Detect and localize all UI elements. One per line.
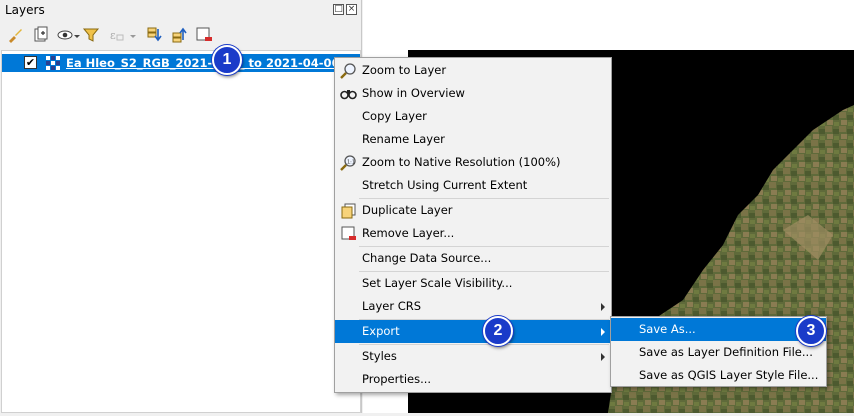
menu-set-scale-visibility[interactable]: Set Layer Scale Visibility... [335,272,611,295]
layer-row-selected[interactable]: ✔ Ea Hleo_S2_RGB_2021-03-__ to 2021-04-0… [2,54,360,72]
menu-label: Stretch Using Current Extent [362,178,528,192]
eye-icon[interactable] [56,26,74,44]
paintbrush-icon[interactable] [6,26,24,44]
menu-label: Save as QGIS Layer Style File... [639,368,819,382]
menu-label: Save As... [639,322,696,336]
svg-text:1:1: 1:1 [347,160,355,166]
menu-remove-layer[interactable]: Remove Layer... [335,222,611,245]
filter-icon[interactable] [82,26,100,44]
menu-zoom-to-layer[interactable]: Zoom to Layer [335,59,611,82]
add-group-icon[interactable] [32,26,50,44]
submenu-save-layer-definition[interactable]: Save as Layer Definition File... [611,341,826,364]
duplicate-layer-icon [341,203,356,219]
eye-dropdown-icon[interactable] [74,35,80,38]
close-panel-button[interactable]: × [346,4,357,15]
raster-layer-icon [46,56,60,70]
menu-styles[interactable]: Styles [335,345,611,368]
remove-layer-icon[interactable] [195,26,213,44]
menu-label: Layer CRS [362,299,422,313]
menu-layer-crs[interactable]: Layer CRS [335,295,611,318]
menu-label: Properties... [362,372,432,386]
menu-label: Styles [362,349,397,363]
menu-label: Set Layer Scale Visibility... [362,276,513,290]
menu-label: Export [362,324,400,338]
menu-label: Change Data Source... [362,251,492,265]
menu-change-data-source[interactable]: Change Data Source... [335,247,611,270]
layers-panel: Layers □ × ε ✔ Ea Hleo_S2_RGB_2021-03-__… [0,0,362,413]
menu-label: Save as Layer Definition File... [639,345,813,359]
menu-label: Zoom to Native Resolution (100%) [362,155,561,169]
zoom-native-icon: 1:1 [340,155,356,171]
menu-label: Remove Layer... [362,226,455,240]
menu-label: Zoom to Layer [362,63,447,77]
menu-stretch-current-extent[interactable]: Stretch Using Current Extent [335,174,611,197]
layer-visibility-checkbox[interactable]: ✔ [24,56,37,69]
collapse-all-icon[interactable] [170,26,188,44]
filter-expression-icon[interactable]: ε [108,26,126,44]
menu-zoom-native-resolution[interactable]: 1:1 Zoom to Native Resolution (100%) [335,151,611,174]
menu-show-in-overview[interactable]: Show in Overview [335,82,611,105]
menu-copy-layer[interactable]: Copy Layer [335,105,611,128]
layer-tree: ✔ Ea Hleo_S2_RGB_2021-03-__ to 2021-04-0… [1,50,361,413]
step-badge-1: 1 [212,45,242,75]
menu-properties[interactable]: Properties... [335,368,611,391]
menu-export[interactable]: Export [335,320,611,343]
svg-text:ε: ε [110,29,116,42]
remove-layer-icon [341,226,356,240]
submenu-arrow-icon [601,353,605,361]
zoom-to-layer-icon [340,63,356,79]
float-panel-button[interactable]: □ [333,4,344,15]
step-badge-3: 3 [796,316,826,346]
submenu-save-as[interactable]: Save As... [611,318,826,341]
panel-title: Layers [5,3,45,17]
menu-label: Duplicate Layer [362,203,453,217]
layer-context-menu: Zoom to Layer Show in Overview Copy Laye… [334,57,612,393]
layers-toolbar: ε [0,22,362,48]
submenu-arrow-icon [601,303,605,311]
menu-rename-layer[interactable]: Rename Layer [335,128,611,151]
submenu-save-qgis-style[interactable]: Save as QGIS Layer Style File... [611,364,826,387]
menu-label: Copy Layer [362,109,427,123]
submenu-arrow-icon [601,328,605,336]
menu-label: Rename Layer [362,132,445,146]
menu-label: Show in Overview [362,86,465,100]
filter-dropdown-icon[interactable] [130,35,136,38]
menu-duplicate-layer[interactable]: Duplicate Layer [335,199,611,222]
layer-name[interactable]: Ea Hleo_S2_RGB_2021-03-__ to 2021-04-06 [66,56,340,70]
step-badge-2: 2 [483,316,513,346]
expand-all-icon[interactable] [145,26,163,44]
export-submenu: Save As... Save as Layer Definition File… [610,316,827,387]
binoculars-icon [340,90,357,100]
